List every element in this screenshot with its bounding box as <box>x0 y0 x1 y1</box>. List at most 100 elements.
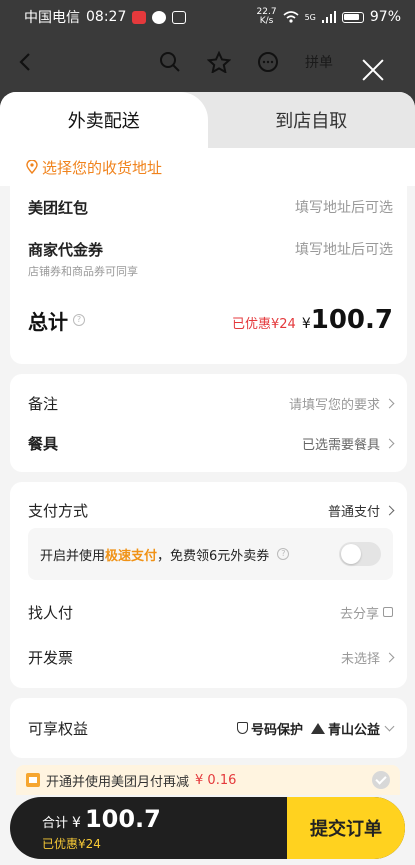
net-speed-unit: K/s <box>259 16 274 26</box>
merchant-voucher-value: 填写地址后可选 <box>295 242 393 258</box>
cutlery-value-group: 已选需要餐具 <box>301 434 395 453</box>
status-right: 22.7 K/s 5G 97% <box>257 8 401 26</box>
payment-method-label: 支付方式 <box>28 501 89 520</box>
invoice-row[interactable]: 开发票 未选择 <box>28 646 395 668</box>
tab-delivery[interactable]: 外卖配送 <box>0 92 208 148</box>
share-icon <box>383 607 393 617</box>
checkout-total-label: 合计 <box>42 816 69 831</box>
app-notification-icon <box>172 10 187 24</box>
chevron-right-icon <box>384 505 395 515</box>
chevron-right-icon <box>384 652 395 662</box>
battery-icon <box>341 11 364 23</box>
pay-for-me-value-group: 去分享 <box>340 603 393 622</box>
number-protection-label: 号码保护 <box>250 722 303 738</box>
calendar-icon <box>26 773 40 787</box>
remarks-value: 请填写您的要求 <box>288 397 380 413</box>
coupon-total-card: 美团红包 填写地址后可选 商家代金券 填写地址后可选 店铺券和商品券可同享 总计… <box>10 186 407 364</box>
check-icon[interactable] <box>372 771 390 789</box>
benefits-row[interactable]: 可享权益 号码保护 青山公益 <box>28 717 395 739</box>
merchant-voucher-label: 商家代金券 <box>28 240 104 259</box>
payment-method-value: 普通支付 <box>327 504 380 520</box>
payment-method-row[interactable]: 支付方式 普通支付 <box>28 499 395 521</box>
checkout-total: 合计 ¥ 100.7 <box>42 805 161 833</box>
promo-text: 开启并使用极速支付，免费领6元外卖券 <box>40 545 269 564</box>
fast-pay-toggle[interactable] <box>339 542 381 566</box>
chevron-right-icon <box>384 398 395 408</box>
background-nav: 拼单 <box>0 36 415 88</box>
benefits-card: 可享权益 号码保护 青山公益 <box>10 698 407 758</box>
invoice-value-group: 未选择 <box>340 648 395 667</box>
remarks-value-group: 请填写您的要求 <box>288 394 395 413</box>
chevron-left-icon[interactable] <box>18 52 32 72</box>
help-icon[interactable]: ? <box>73 314 85 326</box>
total-row: 总计 ? 已优惠¥24 ¥ 100.7 <box>28 304 393 336</box>
red-packet-label: 美团红包 <box>28 198 89 217</box>
invoice-label: 开发票 <box>28 648 74 667</box>
number-protection-tag: 号码保护 <box>236 719 303 738</box>
red-packet-value: 填写地址后可选 <box>295 200 393 216</box>
total-amount: 100.7 <box>310 305 393 335</box>
cutlery-row[interactable]: 餐具 已选需要餐具 <box>28 432 395 454</box>
carrier-label: 中国电信 <box>24 10 80 26</box>
location-pin-icon <box>26 160 38 174</box>
remarks-label: 备注 <box>28 394 59 413</box>
signal-strength-icon <box>321 11 336 23</box>
benefits-tags: 号码保护 青山公益 <box>229 719 395 738</box>
merchant-voucher-row[interactable]: 商家代金券 填写地址后可选 <box>28 238 393 260</box>
invoice-value: 未选择 <box>340 651 380 667</box>
benefits-label: 可享权益 <box>28 719 89 738</box>
address-selector[interactable]: 选择您的收货地址 <box>0 148 415 186</box>
fast-pay-promo: 开启并使用极速支付，免费领6元外卖券 ? <box>28 528 393 580</box>
status-bar: 中国电信 08:27 22.7 K/s 5G 97% <box>0 0 415 34</box>
checkout-discount: 已优惠¥24 <box>42 837 101 851</box>
total-currency: ¥ <box>301 316 311 332</box>
chevron-down-icon <box>384 721 395 732</box>
promo-highlight: 极速支付 <box>105 548 158 564</box>
checkout-summary: 合计 ¥ 100.7 已优惠¥24 <box>10 797 161 859</box>
notification-app-icon <box>132 10 147 24</box>
pay-for-me-value: 去分享 <box>339 606 379 622</box>
payment-card: 支付方式 普通支付 开启并使用极速支付，免费领6元外卖券 ? 找人付 去分享 开… <box>10 482 407 688</box>
signal-type: 5G <box>304 12 316 22</box>
remarks-row[interactable]: 备注 请填写您的要求 <box>28 392 395 414</box>
pay-for-me-label: 找人付 <box>28 603 74 622</box>
green-charity-label: 青山公益 <box>327 722 380 738</box>
checkout-amount: 100.7 <box>84 805 161 833</box>
mountain-icon <box>310 722 325 734</box>
chevron-right-icon <box>384 438 395 448</box>
monthly-pay-amount: ¥ 0.16 <box>195 772 237 788</box>
voucher-note: 店铺券和商品券可同享 <box>28 265 138 278</box>
total-label: 总计 <box>28 309 68 334</box>
checkout-currency: ¥ <box>72 815 81 831</box>
pay-for-me-row[interactable]: 找人付 去分享 <box>28 601 393 623</box>
status-left: 中国电信 08:27 <box>24 7 187 27</box>
group-buy-label[interactable]: 拼单 <box>305 52 333 72</box>
payment-method-value-group: 普通支付 <box>327 501 395 520</box>
cutlery-label: 餐具 <box>28 434 59 453</box>
close-icon[interactable] <box>361 58 385 82</box>
submit-order-button[interactable]: 提交订单 <box>287 797 405 859</box>
shield-icon <box>236 722 248 734</box>
remarks-card: 备注 请填写您的要求 餐具 已选需要餐具 <box>10 374 407 472</box>
help-icon[interactable]: ? <box>277 548 290 560</box>
search-icon[interactable] <box>159 51 181 73</box>
red-packet-row[interactable]: 美团红包 填写地址后可选 <box>28 196 393 218</box>
network-speed: 22.7 K/s <box>257 8 277 26</box>
checkout-bar: 合计 ¥ 100.7 已优惠¥24 提交订单 <box>10 797 405 859</box>
total-discount: 已优惠¥24 <box>232 317 296 332</box>
delivery-tabs: 外卖配送 到店自取 <box>0 92 415 148</box>
star-icon[interactable] <box>207 51 231 73</box>
total-price-group: 已优惠¥24 ¥ 100.7 <box>232 305 393 335</box>
clock: 08:27 <box>86 9 127 25</box>
cutlery-value: 已选需要餐具 <box>301 437 380 453</box>
green-charity-tag: 青山公益 <box>310 719 380 738</box>
background-nav-icons: 拼单 <box>159 51 333 73</box>
wifi-icon <box>283 11 299 23</box>
promo-suffix: ，免费领6元外卖券 <box>157 548 270 564</box>
promo-prefix: 开启并使用 <box>40 548 106 564</box>
monthly-pay-promo[interactable]: 开通并使用美团月付再减 ¥ 0.16 <box>16 765 400 795</box>
tab-pickup[interactable]: 到店自取 <box>208 92 415 148</box>
order-sheet: 外卖配送 到店自取 选择您的收货地址 美团红包 填写地址后可选 商家代金券 填写… <box>0 92 415 865</box>
chat-icon[interactable] <box>257 51 279 73</box>
message-notification-icon <box>152 10 167 24</box>
